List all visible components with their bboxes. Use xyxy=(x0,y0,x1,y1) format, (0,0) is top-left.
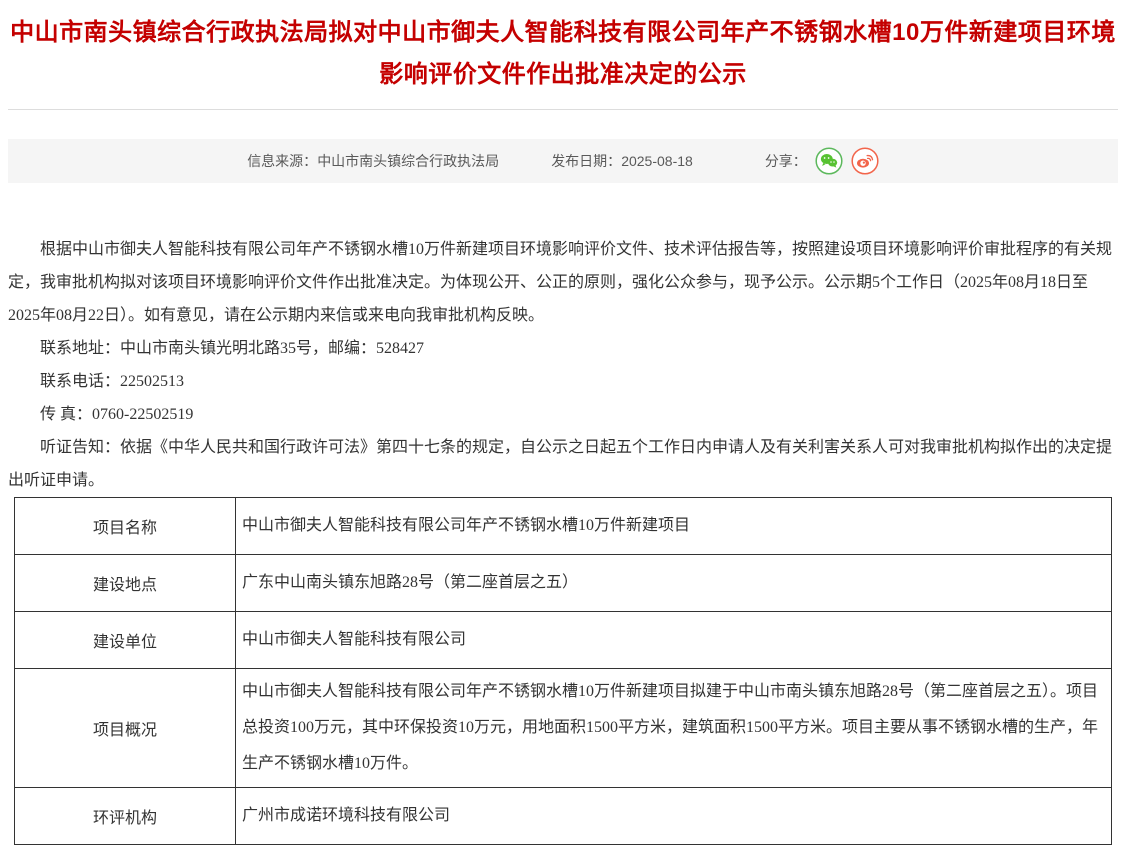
info-source: 信息来源：中山市南头镇综合行政执法局 xyxy=(247,151,499,171)
row-label: 建设地点 xyxy=(15,555,236,612)
row-value: 中山市御夫人智能科技有限公司年产不锈钢水槽10万件新建项目拟建于中山市南头镇东旭… xyxy=(236,669,1112,788)
announcement-body: 根据中山市御夫人智能科技有限公司年产不锈钢水槽10万件新建项目环境影响评价文件、… xyxy=(8,233,1118,497)
row-label: 项目概况 xyxy=(15,669,236,788)
row-label: 建设单位 xyxy=(15,612,236,669)
project-info-table-body: 项目名称 中山市御夫人智能科技有限公司年产不锈钢水槽10万件新建项目 建设地点 … xyxy=(15,498,1112,845)
share-label: 分享： xyxy=(765,151,807,171)
announcement-page: 中山市南头镇综合行政执法局拟对中山市御夫人智能科技有限公司年产不锈钢水槽10万件… xyxy=(0,0,1126,845)
publish-date: 发布日期：2025-08-18 xyxy=(551,151,693,171)
row-value: 广东中山南头镇东旭路28号（第二座首层之五） xyxy=(236,555,1112,612)
table-row: 项目概况 中山市御夫人智能科技有限公司年产不锈钢水槽10万件新建项目拟建于中山市… xyxy=(15,669,1112,788)
wechat-share-icon[interactable] xyxy=(815,147,843,175)
body-paragraph: 联系地址：中山市南头镇光明北路35号，邮编：528427 xyxy=(8,332,1118,365)
table-row: 项目名称 中山市御夫人智能科技有限公司年产不锈钢水槽10万件新建项目 xyxy=(15,498,1112,555)
table-row: 建设单位 中山市御夫人智能科技有限公司 xyxy=(15,612,1112,669)
info-source-value: 中山市南头镇综合行政执法局 xyxy=(317,153,499,169)
body-paragraph: 根据中山市御夫人智能科技有限公司年产不锈钢水槽10万件新建项目环境影响评价文件、… xyxy=(8,233,1118,332)
table-row: 环评机构 广州市成诺环境科技有限公司 xyxy=(15,788,1112,845)
publish-date-value: 2025-08-18 xyxy=(621,153,693,169)
row-value: 广州市成诺环境科技有限公司 xyxy=(236,788,1112,845)
weibo-share-icon[interactable] xyxy=(851,147,879,175)
share-group: 分享： xyxy=(765,147,879,175)
row-label: 项目名称 xyxy=(15,498,236,555)
row-value: 中山市御夫人智能科技有限公司 xyxy=(236,612,1112,669)
title-divider xyxy=(8,109,1118,110)
body-paragraph: 听证告知：依据《中华人民共和国行政许可法》第四十七条的规定，自公示之日起五个工作… xyxy=(8,431,1118,497)
info-source-label: 信息来源： xyxy=(247,153,317,169)
publish-date-label: 发布日期： xyxy=(551,153,621,169)
project-info-table: 项目名称 中山市御夫人智能科技有限公司年产不锈钢水槽10万件新建项目 建设地点 … xyxy=(14,497,1112,845)
page-title: 中山市南头镇综合行政执法局拟对中山市御夫人智能科技有限公司年产不锈钢水槽10万件… xyxy=(8,0,1118,96)
row-value: 中山市御夫人智能科技有限公司年产不锈钢水槽10万件新建项目 xyxy=(236,498,1112,555)
body-paragraph: 联系电话：22502513 xyxy=(8,365,1118,398)
row-label: 环评机构 xyxy=(15,788,236,845)
table-row: 建设地点 广东中山南头镇东旭路28号（第二座首层之五） xyxy=(15,555,1112,612)
body-paragraph: 传 真：0760-22502519 xyxy=(8,398,1118,431)
meta-bar: 信息来源：中山市南头镇综合行政执法局 发布日期：2025-08-18 分享： xyxy=(8,139,1118,183)
